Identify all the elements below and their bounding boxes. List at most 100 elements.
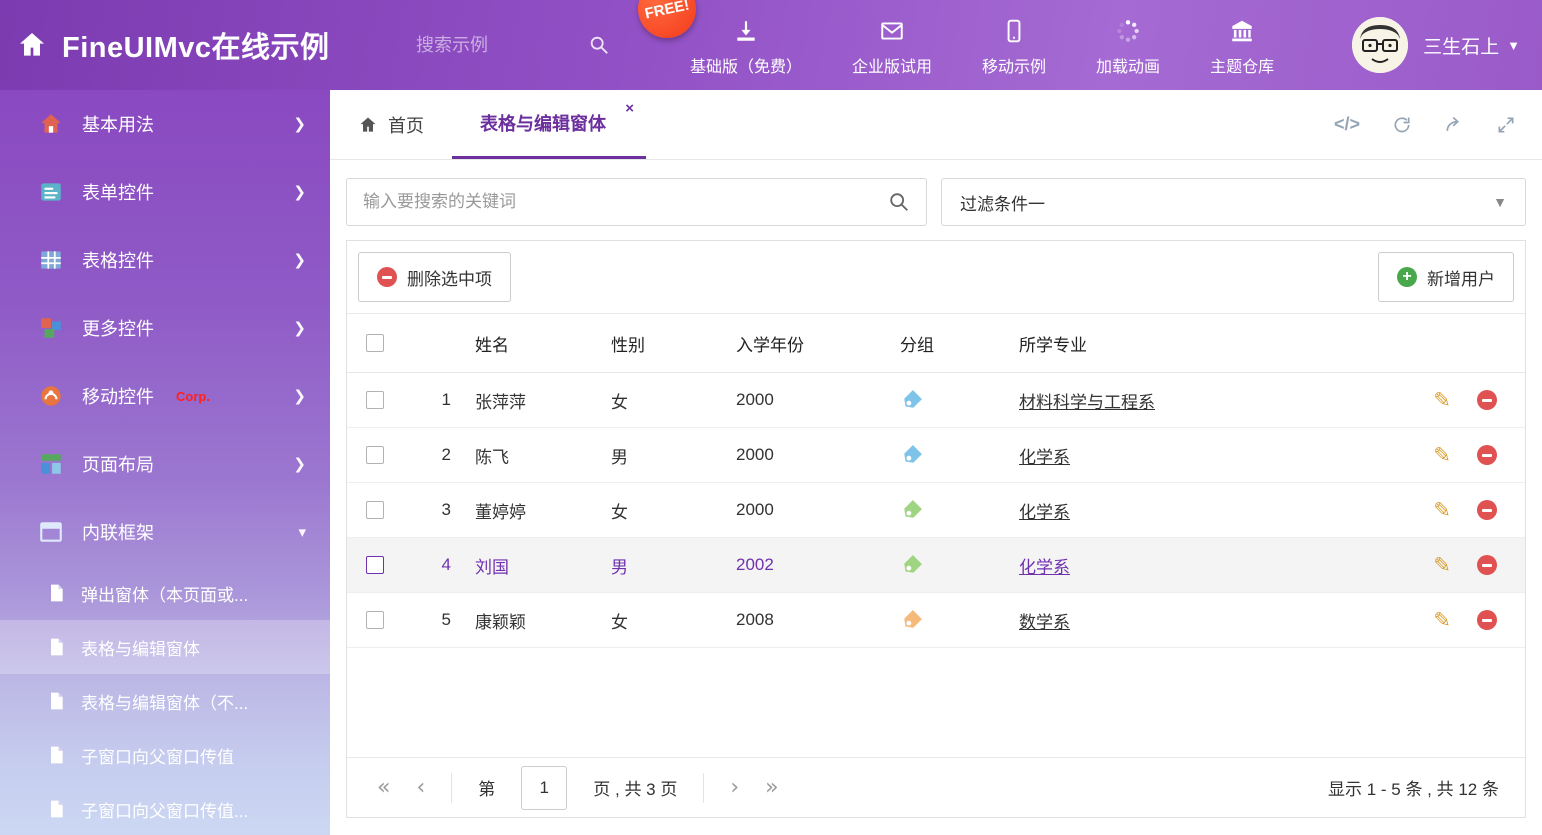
- header-search-input[interactable]: [416, 35, 546, 56]
- app-title: FineUIMvc在线示例: [62, 24, 330, 66]
- brand[interactable]: FineUIMvc在线示例: [16, 24, 416, 66]
- table-row[interactable]: 2 陈飞 男 2000 化学系 ✎: [347, 428, 1525, 483]
- delete-icon[interactable]: [1477, 445, 1497, 465]
- chevron-right-icon: ❯: [293, 319, 306, 337]
- filter-condition-dropdown[interactable]: 过滤条件一 ▼: [941, 178, 1526, 226]
- column-header-name[interactable]: 姓名: [461, 331, 611, 356]
- row-index: 1: [403, 390, 461, 410]
- tab-bar: 首页 表格与编辑窗体 × </>: [330, 90, 1542, 160]
- nav-item-basic-free[interactable]: FREE! 基础版（免费）: [690, 14, 802, 77]
- frame-icon: [38, 519, 64, 545]
- delete-icon[interactable]: [1477, 500, 1497, 520]
- sidebar-item-form-controls[interactable]: 表单控件 ❯: [0, 158, 330, 226]
- chevron-right-icon: ❯: [293, 387, 306, 405]
- last-page-icon[interactable]: »: [765, 777, 778, 799]
- share-icon[interactable]: [1444, 115, 1464, 135]
- column-header-year[interactable]: 入学年份: [736, 331, 886, 356]
- sidebar-subitem-child-to-parent[interactable]: 子窗口向父窗口传值: [0, 728, 330, 782]
- close-icon[interactable]: ×: [625, 100, 634, 117]
- add-user-button[interactable]: + 新增用户: [1378, 252, 1514, 302]
- sidebar-item-basic-usage[interactable]: 基本用法 ❯: [0, 90, 330, 158]
- row-checkbox[interactable]: [366, 501, 384, 519]
- column-header-gender[interactable]: 性别: [611, 331, 736, 356]
- sidebar-item-iframe[interactable]: 内联框架 ▾: [0, 498, 330, 566]
- search-icon[interactable]: [588, 34, 610, 56]
- table-row[interactable]: 5 康颖颖 女 2008 数学系 ✎: [347, 593, 1525, 648]
- spinner-icon: [1115, 18, 1141, 44]
- tag-icon: [900, 389, 922, 411]
- table-row[interactable]: 1 张萍萍 女 2000 材料科学与工程系 ✎: [347, 373, 1525, 428]
- phone-icon: [1001, 18, 1027, 44]
- tag-icon: [900, 499, 922, 521]
- edit-icon[interactable]: ✎: [1433, 553, 1451, 577]
- edit-icon[interactable]: ✎: [1433, 443, 1451, 467]
- tab-grid-edit-window[interactable]: 表格与编辑窗体 ×: [452, 90, 646, 159]
- column-header-group[interactable]: 分组: [886, 331, 1011, 356]
- nav-item-loading-animation[interactable]: 加载动画: [1096, 14, 1160, 77]
- delete-selected-button[interactable]: 删除选中项: [358, 252, 511, 302]
- nav-label: 基础版（免费）: [690, 53, 802, 77]
- major-link[interactable]: 化学系: [1019, 448, 1070, 467]
- sidebar-subitem-child-to-parent-2[interactable]: 子窗口向父窗口传值...: [0, 782, 330, 835]
- major-link[interactable]: 材料科学与工程系: [1019, 393, 1155, 412]
- sidebar-item-more-controls[interactable]: 更多控件 ❯: [0, 294, 330, 362]
- file-icon: [46, 583, 66, 603]
- table-row-selected[interactable]: 4 刘国 男 2002 化学系 ✎: [347, 538, 1525, 593]
- row-checkbox[interactable]: [366, 446, 384, 464]
- select-all-checkbox[interactable]: [366, 334, 384, 352]
- nav-item-mobile-demo[interactable]: 移动示例: [982, 14, 1046, 77]
- tab-home[interactable]: 首页: [330, 90, 452, 159]
- delete-icon[interactable]: [1477, 555, 1497, 575]
- tab-tools: </>: [1334, 90, 1542, 159]
- delete-icon[interactable]: [1477, 610, 1497, 630]
- chevron-down-icon: ▾: [298, 523, 306, 541]
- edit-icon[interactable]: ✎: [1433, 498, 1451, 522]
- prev-page-icon[interactable]: ‹: [416, 777, 425, 799]
- page-prefix: 第: [478, 775, 495, 800]
- home-icon: [16, 29, 48, 61]
- cell-name: 董婷婷: [461, 498, 611, 523]
- column-header-major[interactable]: 所学专业: [1011, 331, 1395, 356]
- search-icon[interactable]: [888, 191, 910, 213]
- sidebar-item-page-layout[interactable]: 页面布局 ❯: [0, 430, 330, 498]
- user-menu[interactable]: 三生石上 ▼: [1352, 17, 1520, 73]
- sidebar-subitem-grid-edit-window[interactable]: 表格与编辑窗体: [0, 620, 330, 674]
- chevron-down-icon: ▼: [1507, 38, 1520, 53]
- major-link[interactable]: 化学系: [1019, 503, 1070, 522]
- cell-name: 刘国: [461, 553, 611, 578]
- sidebar-item-grid-controls[interactable]: 表格控件 ❯: [0, 226, 330, 294]
- delete-icon[interactable]: [1477, 390, 1497, 410]
- keyword-search-input[interactable]: [363, 192, 888, 212]
- bank-icon: [1229, 18, 1255, 44]
- sidebar-item-mobile-controls[interactable]: 移动控件 Corp. ❯: [0, 362, 330, 430]
- major-link[interactable]: 化学系: [1019, 558, 1070, 577]
- tag-icon: [900, 554, 922, 576]
- divider: [451, 773, 452, 803]
- row-checkbox[interactable]: [366, 391, 384, 409]
- edit-icon[interactable]: ✎: [1433, 388, 1451, 412]
- row-checkbox[interactable]: [366, 556, 384, 574]
- row-checkbox[interactable]: [366, 611, 384, 629]
- app-header: FineUIMvc在线示例 FREE! 基础版（免费） 企业版试用 移动示例 加…: [0, 0, 1542, 90]
- cell-year: 2000: [736, 445, 886, 465]
- edit-icon[interactable]: ✎: [1433, 608, 1451, 632]
- header-nav: FREE! 基础版（免费） 企业版试用 移动示例 加载动画 主题仓库: [690, 14, 1274, 77]
- username: 三生石上 ▼: [1423, 32, 1520, 59]
- minus-circle-icon: [377, 267, 397, 287]
- nav-item-theme-store[interactable]: 主题仓库: [1210, 14, 1274, 77]
- nav-item-enterprise-trial[interactable]: 企业版试用: [852, 14, 932, 77]
- sidebar-subitem-grid-edit-window-2[interactable]: 表格与编辑窗体（不...: [0, 674, 330, 728]
- nav-label: 企业版试用: [852, 53, 932, 77]
- refresh-icon[interactable]: [1392, 115, 1412, 135]
- nav-label: 主题仓库: [1210, 53, 1274, 77]
- sidebar-subitem-popup-window[interactable]: 弹出窗体（本页面或...: [0, 566, 330, 620]
- table-header: 姓名 性别 入学年份 分组 所学专业: [347, 313, 1525, 373]
- page-number-input[interactable]: [521, 766, 567, 810]
- source-code-icon[interactable]: </>: [1334, 114, 1360, 135]
- expand-icon[interactable]: [1496, 115, 1516, 135]
- major-link[interactable]: 数学系: [1019, 613, 1070, 632]
- first-page-icon[interactable]: «: [377, 777, 390, 799]
- table-row[interactable]: 3 董婷婷 女 2000 化学系 ✎: [347, 483, 1525, 538]
- next-page-icon[interactable]: ›: [730, 777, 739, 799]
- cubes-icon: [38, 315, 64, 341]
